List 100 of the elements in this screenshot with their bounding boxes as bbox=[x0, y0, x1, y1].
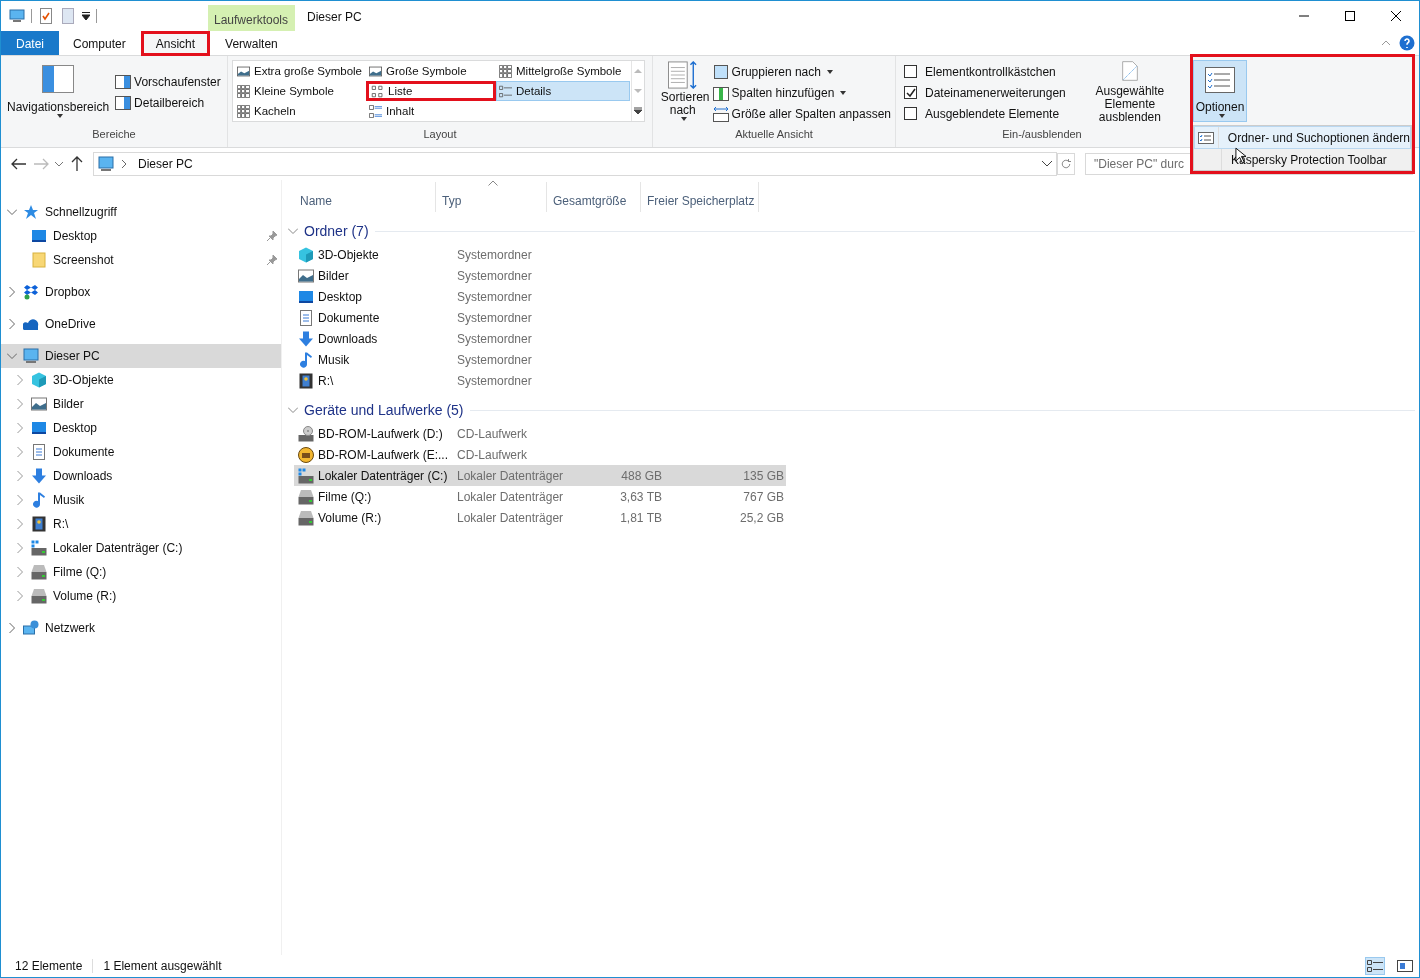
file-row[interactable]: Downloads Systemordner bbox=[294, 328, 786, 349]
up-icon[interactable] bbox=[69, 156, 85, 172]
navigation-pane-button[interactable]: Navigationsbereich bbox=[5, 59, 112, 126]
layout-option[interactable]: Extra große Symbole bbox=[234, 61, 366, 81]
scroll-up-icon[interactable] bbox=[633, 66, 643, 76]
expand-icon[interactable] bbox=[15, 543, 25, 553]
layout-option[interactable]: Mittelgroße Symbole bbox=[496, 61, 630, 81]
breadcrumb[interactable]: Dieser PC bbox=[134, 157, 197, 171]
expand-icon[interactable] bbox=[15, 447, 25, 457]
tree-item[interactable]: OneDrive bbox=[1, 312, 281, 336]
file-row[interactable]: Dokumente Systemordner bbox=[294, 307, 786, 328]
layout-option[interactable]: Kleine Symbole bbox=[234, 81, 366, 101]
large-icons-view-button[interactable] bbox=[1395, 957, 1415, 975]
tree-item[interactable]: Lokaler Datenträger (C:) bbox=[1, 536, 281, 560]
column-header[interactable]: Typ bbox=[436, 182, 547, 212]
tree-item[interactable]: Dokumente bbox=[1, 440, 281, 464]
expand-icon[interactable] bbox=[15, 399, 25, 409]
file-row[interactable]: Lokaler Datenträger (C:) Lokaler Datenträger 488 GB 135 GB bbox=[294, 465, 786, 486]
pin-icon[interactable] bbox=[267, 231, 277, 241]
file-row[interactable]: Bilder Systemordner bbox=[294, 265, 786, 286]
layout-option[interactable]: Große Symbole bbox=[366, 61, 496, 81]
expand-icon[interactable] bbox=[15, 519, 25, 529]
tree-item[interactable]: Filme (Q:) bbox=[1, 560, 281, 584]
file-row[interactable]: R:\ Systemordner bbox=[294, 370, 786, 391]
tree-item[interactable]: 3D-Objekte bbox=[1, 368, 281, 392]
view-command-button[interactable]: Größe aller Spalten anpassen bbox=[712, 104, 891, 123]
expand-icon[interactable] bbox=[15, 471, 25, 481]
ribbon-tab[interactable]: Verwalten bbox=[212, 31, 291, 55]
expand-icon[interactable] bbox=[15, 495, 25, 505]
ribbon-tab[interactable]: Ansicht bbox=[140, 31, 211, 56]
group-header[interactable]: Geräte und Laufwerke (5) bbox=[304, 402, 464, 418]
tree-item[interactable]: R:\ bbox=[1, 512, 281, 536]
file-row[interactable]: Volume (R:) Lokaler Datenträger 1,81 TB 25,2 GB bbox=[294, 507, 786, 528]
back-icon[interactable] bbox=[11, 156, 27, 172]
column-header[interactable]: Freier Speicherplatz bbox=[641, 182, 759, 212]
address-bar[interactable]: Dieser PC bbox=[93, 152, 1057, 176]
new-folder-icon[interactable] bbox=[60, 8, 76, 24]
properties-icon[interactable] bbox=[38, 8, 54, 24]
expand-icon[interactable] bbox=[7, 623, 17, 633]
file-row[interactable]: 3D-Objekte Systemordner bbox=[294, 244, 786, 265]
ribbon-tab[interactable]: Computer bbox=[60, 31, 139, 55]
recent-locations-icon[interactable] bbox=[55, 160, 63, 168]
pane-toggle-button[interactable]: Detailbereich bbox=[115, 94, 221, 112]
expand-icon[interactable] bbox=[15, 423, 25, 433]
menu-item[interactable]: Ordner- und Suchoptionen ändern bbox=[1195, 127, 1410, 148]
tree-item[interactable]: Desktop bbox=[1, 224, 281, 248]
checkbox[interactable]: Ausgeblendete Elemente bbox=[904, 104, 1066, 123]
collapse-ribbon-icon[interactable] bbox=[1381, 38, 1391, 48]
group-header[interactable]: Ordner (7) bbox=[304, 223, 369, 239]
tree-item[interactable]: Dieser PC bbox=[1, 344, 281, 368]
tree-item[interactable]: Netzwerk bbox=[1, 616, 281, 640]
help-icon[interactable] bbox=[1399, 35, 1415, 51]
column-header[interactable]: Name bbox=[288, 182, 436, 212]
file-name: Lokaler Datenträger (C:) bbox=[318, 468, 448, 483]
file-tab[interactable]: Datei bbox=[1, 31, 59, 55]
tree-item[interactable]: Schnellzugriff bbox=[1, 200, 281, 224]
expand-gallery-icon[interactable] bbox=[633, 106, 643, 116]
refresh-button[interactable] bbox=[1057, 153, 1075, 175]
collapse-icon[interactable] bbox=[7, 351, 17, 361]
sort-by-button[interactable]: Sortieren nach bbox=[657, 59, 709, 126]
tree-item[interactable]: Musik bbox=[1, 488, 281, 512]
tree-item[interactable]: Dropbox bbox=[1, 280, 281, 304]
expand-icon[interactable] bbox=[15, 567, 25, 577]
pin-icon[interactable] bbox=[267, 255, 277, 265]
chevron-icon[interactable] bbox=[120, 160, 128, 168]
layout-option[interactable]: Liste bbox=[366, 81, 496, 101]
expand-icon[interactable] bbox=[7, 287, 17, 297]
view-command-button[interactable]: Spalten hinzufügen bbox=[712, 83, 891, 102]
file-row[interactable]: Musik Systemordner bbox=[294, 349, 786, 370]
expand-icon[interactable] bbox=[7, 319, 17, 329]
dropdown-icon[interactable] bbox=[82, 12, 90, 20]
tree-item[interactable]: Bilder bbox=[1, 392, 281, 416]
layout-option[interactable]: Inhalt bbox=[366, 101, 496, 121]
expand-icon[interactable] bbox=[15, 375, 25, 385]
computer-icon[interactable] bbox=[9, 8, 25, 24]
column-header[interactable]: Gesamtgröße bbox=[547, 182, 641, 212]
checkbox[interactable]: Elementkontrollkästchen bbox=[904, 62, 1066, 81]
file-row[interactable]: Filme (Q:) Lokaler Datenträger 3,63 TB 767 GB bbox=[294, 486, 786, 507]
forward-icon[interactable] bbox=[33, 156, 49, 172]
scroll-down-icon[interactable] bbox=[633, 86, 643, 96]
tree-item[interactable]: Downloads bbox=[1, 464, 281, 488]
layout-option[interactable]: Details bbox=[496, 81, 630, 101]
options-button[interactable]: Optionen bbox=[1193, 60, 1247, 122]
hide-selected-button[interactable]: Ausgewählte Elemente ausblenden bbox=[1075, 59, 1184, 126]
layout-option[interactable]: Kacheln bbox=[234, 101, 366, 121]
collapse-icon[interactable] bbox=[288, 405, 298, 415]
file-row[interactable]: BD-ROM-Laufwerk (E:... CD-Laufwerk bbox=[294, 444, 786, 465]
collapse-icon[interactable] bbox=[288, 226, 298, 236]
tree-item[interactable]: Screenshot bbox=[1, 248, 281, 272]
details-view-button[interactable] bbox=[1365, 957, 1385, 975]
checkbox[interactable]: Dateinamenerweiterungen bbox=[904, 83, 1066, 102]
file-row[interactable]: Desktop Systemordner bbox=[294, 286, 786, 307]
tree-item[interactable]: Volume (R:) bbox=[1, 584, 281, 608]
pane-toggle-button[interactable]: Vorschaufenster bbox=[115, 73, 221, 91]
expand-icon[interactable] bbox=[15, 591, 25, 601]
collapse-icon[interactable] bbox=[7, 207, 17, 217]
tree-item[interactable]: Desktop bbox=[1, 416, 281, 440]
file-row[interactable]: BD-ROM-Laufwerk (D:) CD-Laufwerk bbox=[294, 423, 786, 444]
dropdown-icon[interactable] bbox=[1042, 159, 1052, 169]
view-command-button[interactable]: Gruppieren nach bbox=[712, 62, 891, 81]
